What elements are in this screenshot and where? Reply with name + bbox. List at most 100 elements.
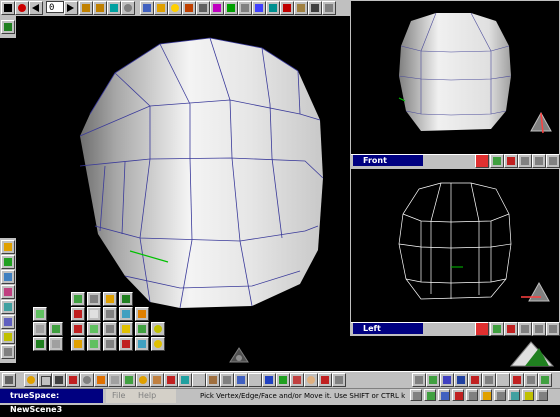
view-icon[interactable] <box>308 1 322 15</box>
scale-icon[interactable] <box>482 373 496 387</box>
tool-icon[interactable] <box>87 307 101 321</box>
dots-icon[interactable] <box>238 1 252 15</box>
nav-icon[interactable] <box>412 373 426 387</box>
zoom-icon[interactable] <box>532 322 546 336</box>
light-icon[interactable] <box>168 1 182 15</box>
play-icon[interactable] <box>64 1 78 15</box>
tool-icon[interactable] <box>151 322 165 336</box>
face-icon[interactable] <box>1 315 15 329</box>
zoom-icon[interactable] <box>426 373 440 387</box>
move-icon[interactable] <box>1 255 15 269</box>
tool-icon[interactable] <box>49 322 63 336</box>
tool-icon[interactable] <box>119 292 133 306</box>
tool-icon[interactable] <box>135 322 149 336</box>
plane-icon[interactable] <box>94 373 108 387</box>
tool-icon[interactable] <box>119 307 133 321</box>
tool-icon[interactable] <box>71 292 85 306</box>
tool-icon[interactable] <box>538 373 552 387</box>
lathe-icon[interactable] <box>220 373 234 387</box>
material-icon[interactable] <box>210 1 224 15</box>
sweep-icon[interactable] <box>206 373 220 387</box>
camera-icon[interactable] <box>154 1 168 15</box>
rotate-icon[interactable] <box>1 270 15 284</box>
deform-icon[interactable] <box>1 300 15 314</box>
select-icon[interactable] <box>510 373 524 387</box>
menu-file[interactable]: File <box>112 391 125 400</box>
tool-icon[interactable] <box>135 337 149 351</box>
tool-icon[interactable] <box>1 20 15 34</box>
tool-icon[interactable] <box>103 292 117 306</box>
tool-icon[interactable] <box>522 389 534 401</box>
render-icon[interactable] <box>178 373 192 387</box>
scale-icon[interactable] <box>1 285 15 299</box>
sphere-icon[interactable] <box>24 373 38 387</box>
pan-icon[interactable] <box>440 373 454 387</box>
tool-icon[interactable] <box>71 322 85 336</box>
bevel-icon[interactable] <box>234 373 248 387</box>
render-view-icon[interactable] <box>504 154 518 168</box>
close-icon[interactable] <box>322 1 336 15</box>
tool-icon[interactable] <box>33 337 47 351</box>
render-view-icon[interactable] <box>504 322 518 336</box>
lock-icon[interactable] <box>294 1 308 15</box>
pan-icon[interactable] <box>518 322 532 336</box>
undo-icon[interactable] <box>280 1 294 15</box>
tool-icon[interactable] <box>87 292 101 306</box>
front-viewport[interactable]: Front <box>350 0 560 168</box>
close-viewport-icon[interactable] <box>475 322 489 336</box>
light-icon[interactable] <box>150 373 164 387</box>
tool-icon[interactable] <box>71 307 85 321</box>
key-icon[interactable] <box>93 1 107 15</box>
paint-icon[interactable] <box>122 373 136 387</box>
tool-icon[interactable] <box>87 337 101 351</box>
pan-icon[interactable] <box>518 154 532 168</box>
tool-icon[interactable] <box>424 389 436 401</box>
rotate-icon[interactable] <box>468 373 482 387</box>
eye-icon[interactable] <box>140 1 154 15</box>
tool-icon[interactable] <box>49 337 63 351</box>
close-viewport-icon[interactable] <box>475 154 489 168</box>
sync-icon[interactable] <box>266 1 280 15</box>
grid-icon[interactable] <box>252 1 266 15</box>
material-icon[interactable] <box>1 330 15 344</box>
frame-input[interactable]: 0 <box>46 1 64 13</box>
avatar-icon[interactable] <box>304 373 318 387</box>
tool-icon[interactable] <box>119 322 133 336</box>
rotate-view-icon[interactable] <box>546 322 560 336</box>
cone-icon[interactable] <box>66 373 80 387</box>
face-icon[interactable] <box>524 373 538 387</box>
record-icon[interactable] <box>15 1 29 15</box>
navigation-gizmo-icon[interactable] <box>228 346 250 368</box>
cube-icon[interactable] <box>38 373 52 387</box>
select-icon[interactable] <box>1 240 15 254</box>
view-navigation-icon[interactable] <box>505 338 557 370</box>
cylinder-icon[interactable] <box>52 373 66 387</box>
tool-icon[interactable] <box>332 373 346 387</box>
rewind-icon[interactable] <box>29 1 43 15</box>
tool-icon[interactable] <box>151 337 165 351</box>
tool-icon[interactable] <box>508 389 520 401</box>
help-icon[interactable] <box>107 1 121 15</box>
tool-icon[interactable] <box>438 389 450 401</box>
view-options-icon[interactable] <box>490 322 504 336</box>
camera-icon[interactable] <box>164 373 178 387</box>
object-tool-icon[interactable] <box>2 373 16 387</box>
text-icon[interactable] <box>108 373 122 387</box>
left-viewport[interactable]: Left <box>350 168 560 336</box>
view-options-icon[interactable] <box>490 154 504 168</box>
rotate-view-icon[interactable] <box>546 154 560 168</box>
tool-icon[interactable] <box>33 322 47 336</box>
grid-view-icon[interactable] <box>454 373 468 387</box>
window-title[interactable]: trueSpace: NewScene3 <box>0 389 103 414</box>
deform-icon[interactable] <box>192 373 206 387</box>
tool-icon[interactable] <box>33 307 47 321</box>
tool-icon[interactable] <box>536 389 548 401</box>
tool-icon[interactable] <box>135 307 149 321</box>
tool-icon[interactable] <box>452 389 464 401</box>
boolean-icon[interactable] <box>262 373 276 387</box>
stop-icon[interactable] <box>1 1 15 15</box>
tool-icon[interactable] <box>103 322 117 336</box>
render-icon[interactable] <box>182 1 196 15</box>
torus-icon[interactable] <box>80 373 94 387</box>
tool-icon[interactable] <box>480 389 492 401</box>
